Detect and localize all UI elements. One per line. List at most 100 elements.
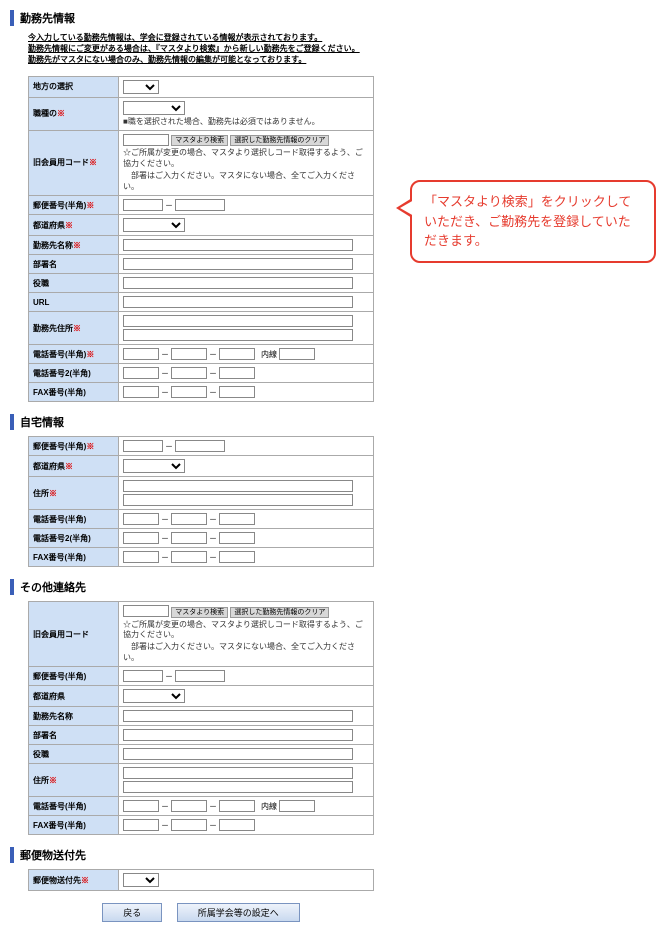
other-fax-2[interactable] <box>171 819 207 831</box>
workaddr1-input[interactable] <box>123 315 353 327</box>
work-pref-select[interactable] <box>123 218 185 232</box>
home-fax-1[interactable] <box>123 551 159 563</box>
code-input[interactable] <box>123 134 169 146</box>
position-input[interactable] <box>123 277 353 289</box>
section-title-other: その他連絡先 <box>10 579 390 595</box>
label-other-zip: 郵便番号(半角) <box>29 667 119 686</box>
home-fax-3[interactable] <box>219 551 255 563</box>
otheraddr1-input[interactable] <box>123 767 353 779</box>
work-fax-2[interactable] <box>171 386 207 398</box>
post-form: 郵便物送付先※ <box>28 869 374 891</box>
work-tel2-3[interactable] <box>219 367 255 379</box>
work-tel-2[interactable] <box>171 348 207 360</box>
postdest-select[interactable] <box>123 873 159 887</box>
home-tel-3[interactable] <box>219 513 255 525</box>
other-form: 旧会員用コード マスタより検索 選択した勤務先情報のクリア ☆ご所属が変更の場合… <box>28 601 374 835</box>
other-tel-1[interactable] <box>123 800 159 812</box>
other-zip2-input[interactable] <box>175 670 225 682</box>
master-search-button[interactable]: マスタより検索 <box>171 135 228 146</box>
label-tel: 電話番号(半角)※ <box>29 345 119 364</box>
label-postdest: 郵便物送付先※ <box>29 870 119 891</box>
occupation-select[interactable] <box>123 101 185 115</box>
other-code-note2: 部署はご入力ください。マスタにない場合、全てご入力ください。 <box>123 642 369 663</box>
label-other-tel: 電話番号(半角) <box>29 797 119 816</box>
work-zip1-input[interactable] <box>123 199 163 211</box>
home-tel-2[interactable] <box>171 513 207 525</box>
work-tel2-2[interactable] <box>171 367 207 379</box>
home-zip2-input[interactable] <box>175 440 225 452</box>
home-tel-1[interactable] <box>123 513 159 525</box>
home-tel2-3[interactable] <box>219 532 255 544</box>
label-workaddr: 勤務先住所※ <box>29 312 119 345</box>
home-fax-2[interactable] <box>171 551 207 563</box>
work-zip2-input[interactable] <box>175 199 225 211</box>
intro-block: 今入力している勤務先情報は、学会に登録されている情報が表示されております。 勤務… <box>28 32 390 66</box>
intro-line1: 今入力している勤務先情報は、学会に登録されている情報が表示されております。 <box>28 32 390 43</box>
label-dept: 部署名 <box>29 255 119 274</box>
section-title-work: 勤務先情報 <box>10 10 390 26</box>
other-tel-3[interactable] <box>219 800 255 812</box>
other-pref-select[interactable] <box>123 689 185 703</box>
url-input[interactable] <box>123 296 353 308</box>
label-other-addr: 住所※ <box>29 764 119 797</box>
otheraddr2-input[interactable] <box>123 781 353 793</box>
other-clear-selection-button[interactable]: 選択した勤務先情報のクリア <box>230 607 329 618</box>
dept-input[interactable] <box>123 258 353 270</box>
label-home-pref: 都道府県※ <box>29 456 119 477</box>
other-tel-2[interactable] <box>171 800 207 812</box>
other-fax-3[interactable] <box>219 819 255 831</box>
work-tel2-1[interactable] <box>123 367 159 379</box>
region-select[interactable] <box>123 80 159 94</box>
clear-selection-button[interactable]: 選択した勤務先情報のクリア <box>230 135 329 146</box>
label-home-zip: 郵便番号(半角)※ <box>29 437 119 456</box>
label-pref: 都道府県※ <box>29 215 119 236</box>
other-zip1-input[interactable] <box>123 670 163 682</box>
label-code: 旧会員用コード※ <box>29 130 119 195</box>
work-tel-ext[interactable] <box>279 348 315 360</box>
label-region: 地方の選択 <box>29 76 119 97</box>
homeaddr1-input[interactable] <box>123 480 353 492</box>
label-home-addr: 住所※ <box>29 477 119 510</box>
home-form: 郵便番号(半角)※ － 都道府県※ 住所※ 電話番号(半角) －－ 電話番号2(… <box>28 436 374 567</box>
other-code-input[interactable] <box>123 605 169 617</box>
label-other-dept: 部署名 <box>29 726 119 745</box>
home-tel2-2[interactable] <box>171 532 207 544</box>
label-home-tel2: 電話番号2(半角) <box>29 529 119 548</box>
home-pref-select[interactable] <box>123 459 185 473</box>
back-button[interactable]: 戻る <box>102 903 162 922</box>
label-occupation: 職種の※ <box>29 97 119 130</box>
other-master-search-button[interactable]: マスタより検索 <box>171 607 228 618</box>
button-row: 戻る 所属学会等の設定へ <box>28 903 374 922</box>
code-note2: 部署はご入力ください。マスタにない場合、全てご入力ください。 <box>123 171 369 192</box>
home-zip1-input[interactable] <box>123 440 163 452</box>
other-dept-input[interactable] <box>123 729 353 741</box>
other-tel-ext[interactable] <box>279 800 315 812</box>
instruction-callout: 「マスタより検索」をクリックしていただき、ご勤務先を登録していただきます。 <box>410 180 656 263</box>
workname-input[interactable] <box>123 239 353 251</box>
other-fax-1[interactable] <box>123 819 159 831</box>
intro-line2: 勤務先情報にご変更がある場合は、『マスタより検索』から新しい勤務先をご登録くださ… <box>28 43 390 54</box>
label-other-fax: FAX番号(半角) <box>29 816 119 835</box>
other-position-input[interactable] <box>123 748 353 760</box>
label-position: 役職 <box>29 274 119 293</box>
code-note1: ☆ご所属が変更の場合、マスタより選択しコード取得するよう、ご協力ください。 <box>123 148 369 169</box>
work-form: 地方の選択 職種の※ ■職を選択された場合、勤務先は必須ではありません。 旧会員… <box>28 76 374 402</box>
work-fax-3[interactable] <box>219 386 255 398</box>
other-workname-input[interactable] <box>123 710 353 722</box>
label-zip: 郵便番号(半角)※ <box>29 196 119 215</box>
label-home-fax: FAX番号(半角) <box>29 548 119 567</box>
label-other-code: 旧会員用コード <box>29 602 119 667</box>
label-other-workname: 勤務先名称 <box>29 707 119 726</box>
workaddr2-input[interactable] <box>123 329 353 341</box>
label-home-tel: 電話番号(半角) <box>29 510 119 529</box>
label-workname: 勤務先名称※ <box>29 236 119 255</box>
work-tel-1[interactable] <box>123 348 159 360</box>
occupation-note: ■職を選択された場合、勤務先は必須ではありません。 <box>123 117 369 127</box>
next-button[interactable]: 所属学会等の設定へ <box>177 903 300 922</box>
other-code-note1: ☆ご所属が変更の場合、マスタより選択しコード取得するよう、ご協力ください。 <box>123 620 369 641</box>
section-title-home: 自宅情報 <box>10 414 390 430</box>
homeaddr2-input[interactable] <box>123 494 353 506</box>
work-tel-3[interactable] <box>219 348 255 360</box>
home-tel2-1[interactable] <box>123 532 159 544</box>
work-fax-1[interactable] <box>123 386 159 398</box>
